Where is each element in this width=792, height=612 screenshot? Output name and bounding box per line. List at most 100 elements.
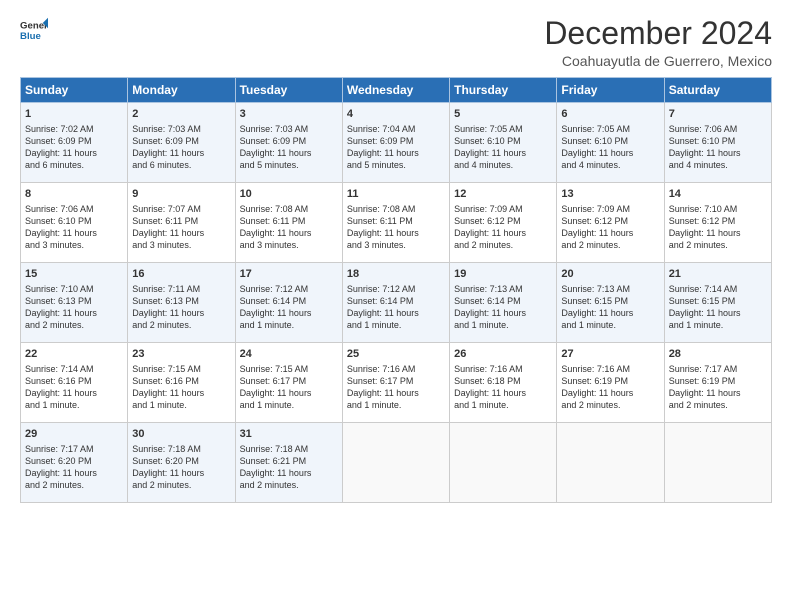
day-info-line: Daylight: 11 hours: [669, 387, 767, 399]
day-info-line: Sunrise: 7:05 AM: [561, 123, 659, 135]
day-info-line: Sunset: 6:14 PM: [454, 295, 552, 307]
day-info-line: Sunset: 6:17 PM: [240, 375, 338, 387]
day-number: 4: [347, 107, 445, 122]
calendar-day-cell: 29Sunrise: 7:17 AMSunset: 6:20 PMDayligh…: [21, 423, 128, 503]
day-info-line: Sunset: 6:16 PM: [25, 375, 123, 387]
day-info-line: Sunrise: 7:08 AM: [240, 203, 338, 215]
day-info-line: and 2 minutes.: [454, 239, 552, 251]
day-info-line: Sunrise: 7:10 AM: [669, 203, 767, 215]
calendar-day-cell: 30Sunrise: 7:18 AMSunset: 6:20 PMDayligh…: [128, 423, 235, 503]
calendar-day-cell: [664, 423, 771, 503]
day-number: 25: [347, 347, 445, 362]
day-info-line: and 6 minutes.: [132, 159, 230, 171]
calendar-header-row: SundayMondayTuesdayWednesdayThursdayFrid…: [21, 78, 772, 103]
day-info-line: Sunset: 6:18 PM: [454, 375, 552, 387]
calendar-day-cell: 12Sunrise: 7:09 AMSunset: 6:12 PMDayligh…: [450, 183, 557, 263]
calendar-day-cell: 27Sunrise: 7:16 AMSunset: 6:19 PMDayligh…: [557, 343, 664, 423]
calendar-day-cell: 17Sunrise: 7:12 AMSunset: 6:14 PMDayligh…: [235, 263, 342, 343]
calendar-day-cell: 20Sunrise: 7:13 AMSunset: 6:15 PMDayligh…: [557, 263, 664, 343]
day-info-line: Sunset: 6:09 PM: [25, 135, 123, 147]
day-info-line: Sunset: 6:12 PM: [669, 215, 767, 227]
day-number: 24: [240, 347, 338, 362]
day-number: 7: [669, 107, 767, 122]
day-info-line: Sunrise: 7:06 AM: [669, 123, 767, 135]
calendar-week-row: 8Sunrise: 7:06 AMSunset: 6:10 PMDaylight…: [21, 183, 772, 263]
calendar-day-cell: 7Sunrise: 7:06 AMSunset: 6:10 PMDaylight…: [664, 103, 771, 183]
day-number: 15: [25, 267, 123, 282]
day-info-line: Daylight: 11 hours: [132, 467, 230, 479]
day-number: 2: [132, 107, 230, 122]
day-info-line: and 2 minutes.: [669, 399, 767, 411]
day-info-line: Sunrise: 7:16 AM: [561, 363, 659, 375]
day-info-line: Daylight: 11 hours: [347, 227, 445, 239]
calendar-day-cell: 26Sunrise: 7:16 AMSunset: 6:18 PMDayligh…: [450, 343, 557, 423]
calendar-week-row: 1Sunrise: 7:02 AMSunset: 6:09 PMDaylight…: [21, 103, 772, 183]
day-info-line: and 1 minute.: [347, 399, 445, 411]
day-info-line: Daylight: 11 hours: [25, 307, 123, 319]
day-info-line: Daylight: 11 hours: [454, 227, 552, 239]
day-info-line: Sunrise: 7:11 AM: [132, 283, 230, 295]
day-info-line: Sunset: 6:13 PM: [25, 295, 123, 307]
calendar-day-cell: 3Sunrise: 7:03 AMSunset: 6:09 PMDaylight…: [235, 103, 342, 183]
day-info-line: Sunrise: 7:04 AM: [347, 123, 445, 135]
day-info-line: and 2 minutes.: [25, 319, 123, 331]
day-info-line: Daylight: 11 hours: [240, 467, 338, 479]
day-info-line: Daylight: 11 hours: [25, 467, 123, 479]
calendar-day-cell: 24Sunrise: 7:15 AMSunset: 6:17 PMDayligh…: [235, 343, 342, 423]
day-info-line: and 2 minutes.: [561, 399, 659, 411]
day-info-line: Sunset: 6:11 PM: [132, 215, 230, 227]
day-info-line: and 2 minutes.: [132, 319, 230, 331]
day-info-line: Sunrise: 7:02 AM: [25, 123, 123, 135]
day-info-line: Sunset: 6:12 PM: [561, 215, 659, 227]
calendar-week-row: 22Sunrise: 7:14 AMSunset: 6:16 PMDayligh…: [21, 343, 772, 423]
day-info-line: Daylight: 11 hours: [132, 387, 230, 399]
day-number: 27: [561, 347, 659, 362]
day-info-line: Sunset: 6:12 PM: [454, 215, 552, 227]
calendar-day-cell: 11Sunrise: 7:08 AMSunset: 6:11 PMDayligh…: [342, 183, 449, 263]
day-number: 3: [240, 107, 338, 122]
logo-icon: General Blue: [20, 16, 48, 44]
day-info-line: and 4 minutes.: [669, 159, 767, 171]
month-title: December 2024: [544, 16, 772, 51]
calendar-day-cell: [450, 423, 557, 503]
day-number: 19: [454, 267, 552, 282]
day-info-line: Daylight: 11 hours: [25, 227, 123, 239]
day-info-line: Sunset: 6:14 PM: [347, 295, 445, 307]
day-info-line: Sunrise: 7:17 AM: [669, 363, 767, 375]
calendar-day-cell: 21Sunrise: 7:14 AMSunset: 6:15 PMDayligh…: [664, 263, 771, 343]
day-info-line: and 1 minute.: [347, 319, 445, 331]
day-info-line: Sunrise: 7:12 AM: [347, 283, 445, 295]
day-number: 5: [454, 107, 552, 122]
day-number: 8: [25, 187, 123, 202]
day-info-line: and 1 minute.: [25, 399, 123, 411]
day-info-line: Sunrise: 7:03 AM: [240, 123, 338, 135]
day-info-line: Daylight: 11 hours: [347, 147, 445, 159]
day-info-line: and 1 minute.: [132, 399, 230, 411]
day-number: 10: [240, 187, 338, 202]
day-info-line: and 1 minute.: [240, 399, 338, 411]
calendar-day-cell: 9Sunrise: 7:07 AMSunset: 6:11 PMDaylight…: [128, 183, 235, 263]
day-info-line: and 1 minute.: [454, 399, 552, 411]
day-info-line: Sunrise: 7:16 AM: [454, 363, 552, 375]
calendar-day-cell: 1Sunrise: 7:02 AMSunset: 6:09 PMDaylight…: [21, 103, 128, 183]
calendar-header-cell: Sunday: [21, 78, 128, 103]
day-info-line: Sunset: 6:14 PM: [240, 295, 338, 307]
day-info-line: and 2 minutes.: [669, 239, 767, 251]
day-info-line: Daylight: 11 hours: [132, 227, 230, 239]
day-info-line: and 3 minutes.: [240, 239, 338, 251]
day-info-line: Sunset: 6:19 PM: [669, 375, 767, 387]
day-number: 16: [132, 267, 230, 282]
calendar-day-cell: 4Sunrise: 7:04 AMSunset: 6:09 PMDaylight…: [342, 103, 449, 183]
calendar-day-cell: 5Sunrise: 7:05 AMSunset: 6:10 PMDaylight…: [450, 103, 557, 183]
header: General Blue December 2024 Coahuayutla d…: [20, 16, 772, 69]
calendar-day-cell: 31Sunrise: 7:18 AMSunset: 6:21 PMDayligh…: [235, 423, 342, 503]
day-number: 30: [132, 427, 230, 442]
day-info-line: Sunrise: 7:03 AM: [132, 123, 230, 135]
calendar-day-cell: 10Sunrise: 7:08 AMSunset: 6:11 PMDayligh…: [235, 183, 342, 263]
day-info-line: Sunset: 6:20 PM: [132, 455, 230, 467]
page: General Blue December 2024 Coahuayutla d…: [0, 0, 792, 612]
day-info-line: Sunrise: 7:05 AM: [454, 123, 552, 135]
day-info-line: Daylight: 11 hours: [669, 307, 767, 319]
day-info-line: Sunset: 6:21 PM: [240, 455, 338, 467]
calendar-day-cell: 23Sunrise: 7:15 AMSunset: 6:16 PMDayligh…: [128, 343, 235, 423]
